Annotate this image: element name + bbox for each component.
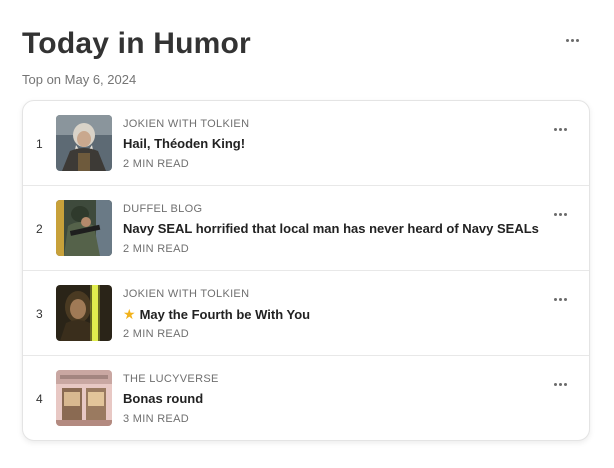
list-item[interactable]: 1 JOKIEN WITH TOLKIEN Hail, Théoden King…	[23, 101, 589, 186]
post-more-button[interactable]	[551, 291, 569, 307]
publication-name[interactable]: JOKIEN WITH TOLKIEN	[123, 118, 249, 130]
post-more-button[interactable]	[551, 206, 569, 222]
publication-name[interactable]: THE LUCYVERSE	[123, 373, 219, 385]
read-time: 3 MIN READ	[123, 413, 189, 425]
more-horizontal-icon	[553, 382, 567, 386]
post-more-button[interactable]	[551, 376, 569, 392]
post-title-text: Hail, Théoden King!	[123, 136, 246, 151]
post-title[interactable]: Navy SEAL horrified that local man has n…	[123, 221, 539, 236]
post-rank: 1	[36, 137, 43, 151]
read-time: 2 MIN READ	[123, 158, 189, 170]
post-thumbnail[interactable]	[56, 115, 112, 171]
post-rank: 2	[36, 222, 43, 236]
post-rank: 3	[36, 307, 43, 321]
more-horizontal-icon	[553, 127, 567, 131]
list-item[interactable]: 3 JOKIEN WITH TOLKIEN ★ May the Fourth be…	[23, 271, 589, 356]
page-title: Today in Humor	[22, 27, 251, 60]
page-header: Today in Humor Top on May 6, 2024	[22, 26, 592, 87]
post-title[interactable]: Bonas round	[123, 391, 203, 406]
post-thumbnail[interactable]	[56, 370, 112, 426]
post-title-text: Bonas round	[123, 391, 204, 406]
more-options-button[interactable]	[562, 30, 582, 50]
list-item[interactable]: 4 THE LUCYVERSE Bonas round 3 MIN READ	[23, 356, 589, 440]
post-thumbnail[interactable]	[56, 285, 112, 341]
post-more-button[interactable]	[551, 121, 569, 137]
more-horizontal-icon	[565, 38, 579, 42]
star-emoji-icon: ★	[123, 306, 136, 322]
post-title[interactable]: Hail, Théoden King!	[123, 136, 245, 151]
post-title-text: Navy SEAL horrified that local man has n…	[123, 221, 539, 236]
more-horizontal-icon	[553, 297, 567, 301]
publication-name[interactable]: DUFFEL BLOG	[123, 203, 202, 215]
page-subtitle: Top on May 6, 2024	[22, 72, 137, 87]
post-title[interactable]: ★ May the Fourth be With You	[123, 306, 310, 323]
post-list: 1 JOKIEN WITH TOLKIEN Hail, Théoden King…	[22, 100, 590, 441]
more-horizontal-icon	[553, 212, 567, 216]
list-item[interactable]: 2 DUFFEL BLOG Navy SEAL horrified that l…	[23, 186, 589, 271]
post-thumbnail[interactable]	[56, 200, 112, 256]
post-title-text: May the Fourth be With You	[139, 307, 311, 322]
read-time: 2 MIN READ	[123, 243, 189, 255]
publication-name[interactable]: JOKIEN WITH TOLKIEN	[123, 288, 249, 300]
post-rank: 4	[36, 392, 43, 406]
read-time: 2 MIN READ	[123, 328, 189, 340]
